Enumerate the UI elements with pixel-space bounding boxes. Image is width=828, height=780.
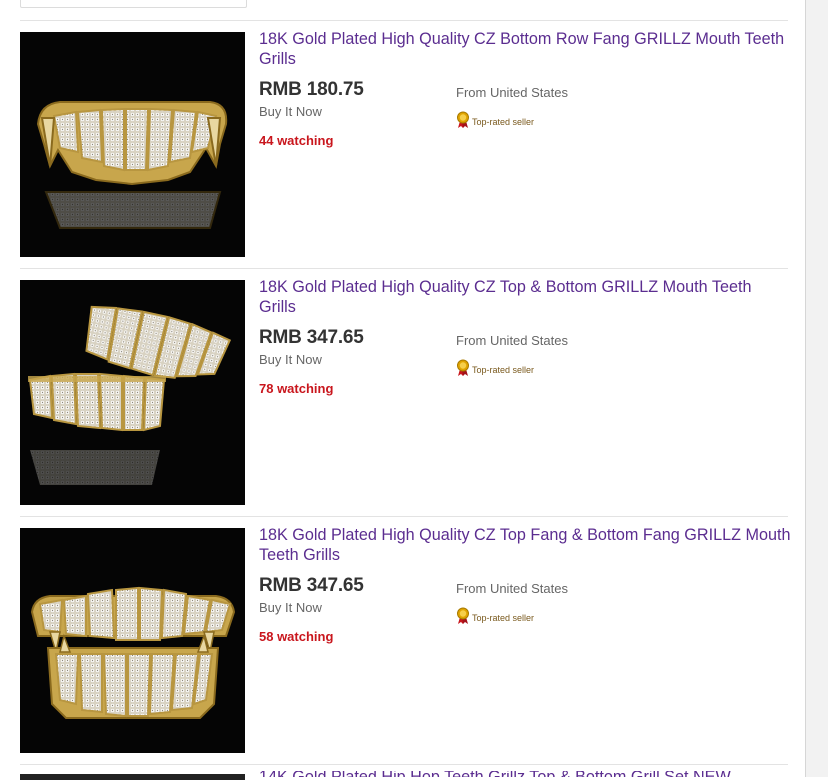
listing-title-link[interactable]: 18K Gold Plated High Quality CZ Top & Bo… bbox=[259, 277, 791, 317]
listing-price: RMB 347.65 bbox=[259, 327, 364, 348]
seller-badge-label: Top-rated seller bbox=[472, 613, 535, 623]
next-listing-image-stub[interactable] bbox=[20, 774, 245, 780]
next-listing-title-link[interactable]: 14K Gold Plated Hip Hop Teeth Grillz Top… bbox=[259, 771, 731, 777]
listing-image[interactable] bbox=[20, 280, 245, 505]
top-rated-seller-badge: Top-rated seller bbox=[456, 359, 535, 382]
watching-count: 78 watching bbox=[259, 381, 334, 396]
ribbon-medal-icon bbox=[456, 111, 470, 134]
listing-image[interactable] bbox=[20, 32, 245, 257]
listing-item: 18K Gold Plated High Quality CZ Top & Bo… bbox=[0, 268, 808, 505]
watching-count: 44 watching bbox=[259, 133, 334, 148]
divider bbox=[20, 764, 788, 765]
page-right-gutter bbox=[805, 0, 828, 777]
listing-item: 18K Gold Plated High Quality CZ Bottom R… bbox=[0, 20, 808, 257]
listing-item: 18K Gold Plated High Quality CZ Top Fang… bbox=[0, 516, 808, 753]
top-rated-seller-badge: Top-rated seller bbox=[456, 607, 535, 630]
item-location: From United States bbox=[456, 85, 568, 100]
seller-badge-label: Top-rated seller bbox=[472, 117, 535, 127]
top-rated-seller-badge: Top-rated seller bbox=[456, 111, 535, 134]
listing-price: RMB 347.65 bbox=[259, 575, 364, 596]
ribbon-medal-icon bbox=[456, 359, 470, 382]
watching-count: 58 watching bbox=[259, 629, 334, 644]
item-location: From United States bbox=[456, 581, 568, 596]
listing-format: Buy It Now bbox=[259, 600, 322, 615]
item-location: From United States bbox=[456, 333, 568, 348]
listing-title-link[interactable]: 18K Gold Plated High Quality CZ Top Fang… bbox=[259, 525, 791, 565]
listing-title-link[interactable]: 18K Gold Plated High Quality CZ Bottom R… bbox=[259, 29, 791, 69]
listing-format: Buy It Now bbox=[259, 104, 322, 119]
search-results-list: 18K Gold Plated High Quality CZ Bottom R… bbox=[0, 0, 808, 780]
listing-format: Buy It Now bbox=[259, 352, 322, 367]
listing-price: RMB 180.75 bbox=[259, 79, 364, 100]
previous-listing-image-stub[interactable] bbox=[20, 0, 247, 8]
listing-image[interactable] bbox=[20, 528, 245, 753]
seller-badge-label: Top-rated seller bbox=[472, 365, 535, 375]
ribbon-medal-icon bbox=[456, 607, 470, 630]
